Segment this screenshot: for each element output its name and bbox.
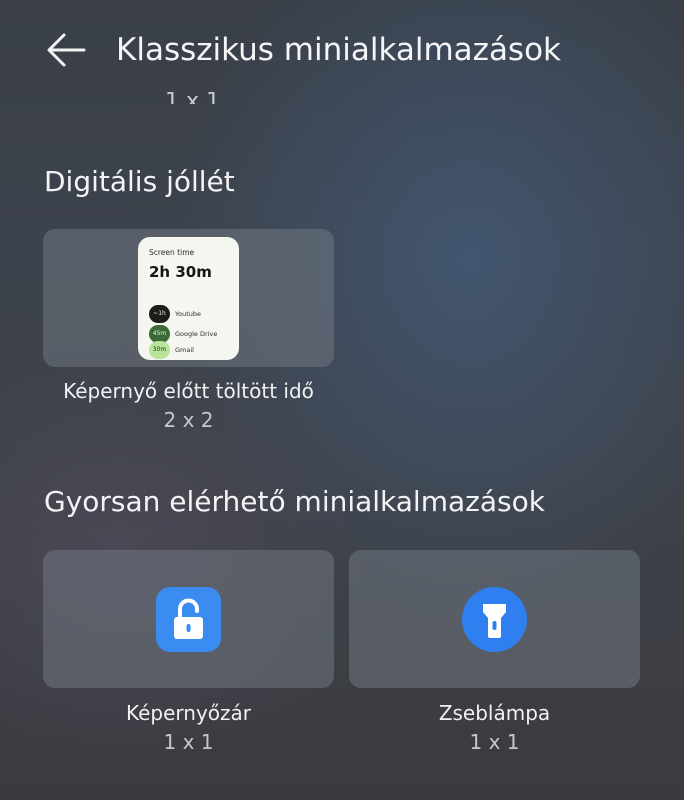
screen-time-preview: Screen time 2h 30m ~1h Youtube 45m Googl…	[138, 237, 239, 360]
flashlight-widget-label: Zseblámpa	[438, 701, 551, 725]
usage-badge: ~1h	[149, 305, 170, 323]
screen-lock-widget-card[interactable]	[43, 550, 334, 688]
screen-time-widget-label: Képernyő előtt töltött idő	[63, 379, 314, 403]
section-heading-digital-wellbeing: Digitális jóllét	[44, 165, 235, 198]
screen-time-title: Screen time	[149, 248, 195, 257]
previous-widget-size: 1 x 1	[165, 92, 220, 104]
page-title: Klasszikus minialkalmazások	[116, 32, 562, 68]
arrow-left-icon	[47, 33, 86, 67]
usage-app-name: Youtube	[175, 310, 201, 318]
flashlight-widget-size: 1 x 1	[469, 730, 520, 754]
flashlight-widget-card[interactable]	[349, 550, 640, 688]
back-button[interactable]	[44, 28, 88, 72]
screen-time-total: 2h 30m	[149, 263, 212, 281]
section-heading-quick-access: Gyorsan elérhető minialkalmazások	[44, 485, 545, 518]
screen-lock-widget-label: Képernyőzár	[125, 701, 252, 725]
screen-lock-widget-size: 1 x 1	[163, 730, 214, 754]
usage-badge: 30m	[149, 341, 170, 359]
screen-time-widget-card[interactable]: Screen time 2h 30m ~1h Youtube 45m Googl…	[43, 229, 334, 367]
usage-row: 30m Gmail	[149, 341, 235, 359]
flashlight-icon	[462, 587, 527, 652]
usage-row: ~1h Youtube	[149, 305, 235, 323]
usage-app-name: Gmail	[175, 346, 194, 354]
unlock-icon	[156, 587, 221, 652]
screen-time-widget-size: 2 x 2	[163, 408, 214, 432]
